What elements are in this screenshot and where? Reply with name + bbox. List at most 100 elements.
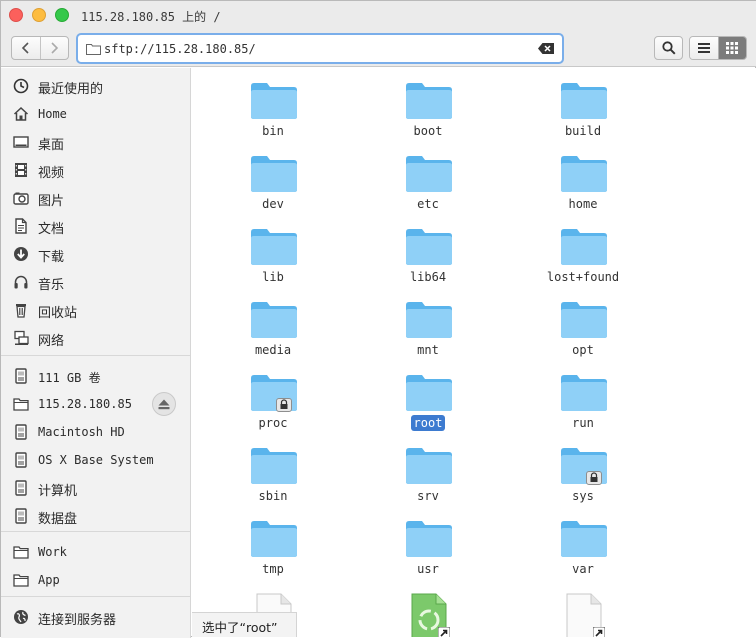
- eject-icon[interactable]: [152, 392, 176, 416]
- file-name: boot: [368, 124, 488, 138]
- folder-item[interactable]: sys: [523, 433, 643, 503]
- list-view-button[interactable]: [690, 37, 718, 59]
- maximize-window-button[interactable]: [55, 8, 69, 22]
- file-name: lib: [213, 270, 333, 284]
- forward-button[interactable]: [39, 37, 69, 59]
- folder-item[interactable]: run: [523, 360, 643, 430]
- file-name: dev: [213, 197, 333, 211]
- file-name: build: [523, 124, 643, 138]
- drive-icon: [13, 368, 29, 384]
- sidebar-item-label: OS X Base System: [38, 453, 154, 467]
- folder-item[interactable]: bin: [213, 68, 333, 138]
- status-bar: 选中了“root”: [192, 612, 297, 637]
- folder-item[interactable]: home: [523, 141, 643, 211]
- back-button[interactable]: [12, 37, 40, 59]
- camera-icon: [13, 190, 29, 206]
- folder-item[interactable]: sbin: [213, 433, 333, 503]
- file-item[interactable]: [523, 579, 643, 637]
- sidebar-item[interactable]: 最近使用的: [1, 72, 190, 100]
- sidebar-item[interactable]: 115.28.180.85: [1, 390, 190, 418]
- folder-item[interactable]: mnt: [368, 287, 488, 357]
- file-name: media: [213, 343, 333, 357]
- toolbar: [1, 29, 756, 67]
- lock-icon: [586, 471, 602, 485]
- folder-icon: [251, 155, 297, 193]
- folder-icon: [561, 228, 607, 266]
- folder-item[interactable]: boot: [368, 68, 488, 138]
- minimize-window-button[interactable]: [32, 8, 46, 22]
- sidebar-item[interactable]: 桌面: [1, 128, 190, 156]
- folder-item[interactable]: dev: [213, 141, 333, 211]
- sidebar-item[interactable]: 计算机: [1, 474, 190, 502]
- file-name: lost+found: [523, 270, 643, 284]
- sidebar-item-label: Work: [38, 545, 67, 559]
- folder-item[interactable]: var: [523, 506, 643, 576]
- folder-icon: [561, 155, 607, 193]
- folder-item[interactable]: build: [523, 68, 643, 138]
- sidebar-item-label: 最近使用的: [38, 82, 104, 97]
- grid-icon: [726, 42, 739, 54]
- file-name-label: sys: [572, 489, 594, 503]
- address-input[interactable]: [104, 38, 534, 60]
- close-window-button[interactable]: [9, 8, 23, 22]
- folder-item[interactable]: usr: [368, 506, 488, 576]
- folder-item[interactable]: root: [368, 360, 488, 431]
- sidebar-item[interactable]: 数据盘: [1, 502, 190, 530]
- sidebar-item-label: 连接到服务器: [38, 613, 117, 628]
- sidebar-item[interactable]: 图片: [1, 184, 190, 212]
- folder-item[interactable]: etc: [368, 141, 488, 211]
- folder-icon: [561, 301, 607, 339]
- sidebar-item[interactable]: 网络: [1, 324, 190, 352]
- sidebar-item-label: 图片: [38, 194, 65, 209]
- address-bar[interactable]: [76, 33, 564, 64]
- folder-item[interactable]: media: [213, 287, 333, 357]
- folder-icon: [13, 396, 29, 412]
- sidebar-item[interactable]: 回收站: [1, 296, 190, 324]
- file-name: sys: [523, 489, 643, 503]
- folder-icon: [561, 520, 607, 558]
- folder-icon: [251, 520, 297, 558]
- sidebar-item[interactable]: OS X Base System: [1, 446, 190, 474]
- sidebar-item-label: 视频: [38, 166, 65, 181]
- file-item[interactable]: [368, 579, 488, 637]
- folder-icon: [561, 447, 607, 485]
- folder-item[interactable]: srv: [368, 433, 488, 503]
- folder-item[interactable]: lost+found: [523, 214, 643, 284]
- sidebar-item[interactable]: 文档: [1, 212, 190, 240]
- sidebar-item[interactable]: Work: [1, 538, 190, 566]
- sidebar-item[interactable]: 111 GB 卷: [1, 362, 190, 390]
- sidebar-item[interactable]: 音乐: [1, 268, 190, 296]
- folder-item[interactable]: lib: [213, 214, 333, 284]
- sidebar-item[interactable]: 连接到服务器: [1, 603, 190, 631]
- sidebar-item[interactable]: Macintosh HD: [1, 418, 190, 446]
- sidebar-item-label: 数据盘: [38, 512, 78, 527]
- folder-item[interactable]: proc: [213, 360, 333, 430]
- sidebar-item-label: App: [38, 573, 60, 587]
- sidebar-item[interactable]: App: [1, 566, 190, 594]
- sidebar-item[interactable]: 下载: [1, 240, 190, 268]
- file-name-label: var: [572, 562, 594, 576]
- search-button[interactable]: [654, 36, 683, 60]
- file-name: proc: [213, 416, 333, 430]
- clear-text-icon[interactable]: [538, 43, 554, 54]
- headphones-icon: [13, 274, 29, 290]
- folder-icon: [406, 447, 452, 485]
- folder-item[interactable]: tmp: [213, 506, 333, 576]
- file-name: bin: [213, 124, 333, 138]
- folder-item[interactable]: opt: [523, 287, 643, 357]
- file-name-label: srv: [417, 489, 439, 503]
- file-name: etc: [368, 197, 488, 211]
- file-name-label: dev: [262, 197, 284, 211]
- network-icon: [13, 330, 29, 346]
- sidebar: 最近使用的 Home 桌面视频图片文档 下载 音乐 回收站网络 111 GB 卷 115.28…: [1, 68, 191, 638]
- film-icon: [13, 162, 29, 178]
- folder-icon: [13, 544, 29, 560]
- sidebar-item-label: 网络: [38, 334, 65, 349]
- file-name-label: mnt: [417, 343, 439, 357]
- sidebar-item[interactable]: 视频: [1, 156, 190, 184]
- alias-badge-icon: [592, 626, 606, 637]
- folder-item[interactable]: lib64: [368, 214, 488, 284]
- grid-view-button[interactable]: [717, 37, 746, 59]
- sidebar-divider: [1, 355, 190, 356]
- sidebar-item[interactable]: Home: [1, 100, 190, 128]
